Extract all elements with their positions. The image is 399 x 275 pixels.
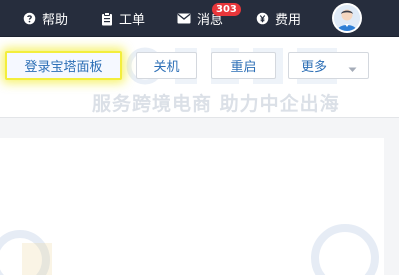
nav-billing[interactable]: 费用 (256, 0, 301, 37)
nav-help-label: 帮助 (42, 13, 69, 28)
nav-tickets-label: 工单 (119, 13, 146, 28)
watermark-background (0, 224, 379, 275)
top-nav-bar: 帮助 工单 消息 303 费用 (0, 0, 399, 37)
scrollbar-track[interactable] (384, 118, 399, 275)
nav-tickets[interactable]: 工单 (101, 0, 145, 37)
instance-toolbar: 登录宝塔面板 关机 重启 更多 服务跨境电商 助力中企出海 (0, 37, 399, 118)
content-panel (0, 138, 384, 275)
avatar[interactable] (334, 5, 360, 31)
login-bt-panel-button[interactable]: 登录宝塔面板 (5, 51, 122, 80)
more-dropdown-label: 更多 (301, 60, 328, 75)
help-icon (23, 12, 36, 25)
chevron-down-icon (348, 62, 357, 77)
nav-billing-label: 费用 (275, 13, 302, 28)
messages-badge: 303 (212, 3, 241, 16)
restart-button[interactable]: 重启 (211, 52, 276, 79)
more-dropdown[interactable]: 更多 (288, 52, 369, 79)
billing-icon (256, 12, 269, 25)
nav-help[interactable]: 帮助 (23, 0, 68, 37)
content-spacer (0, 118, 399, 138)
shutdown-button[interactable]: 关机 (136, 52, 197, 79)
mail-icon (177, 13, 191, 24)
watermark-slogan: 服务跨境电商 助力中企出海 (92, 93, 340, 115)
ticket-icon (101, 11, 113, 26)
